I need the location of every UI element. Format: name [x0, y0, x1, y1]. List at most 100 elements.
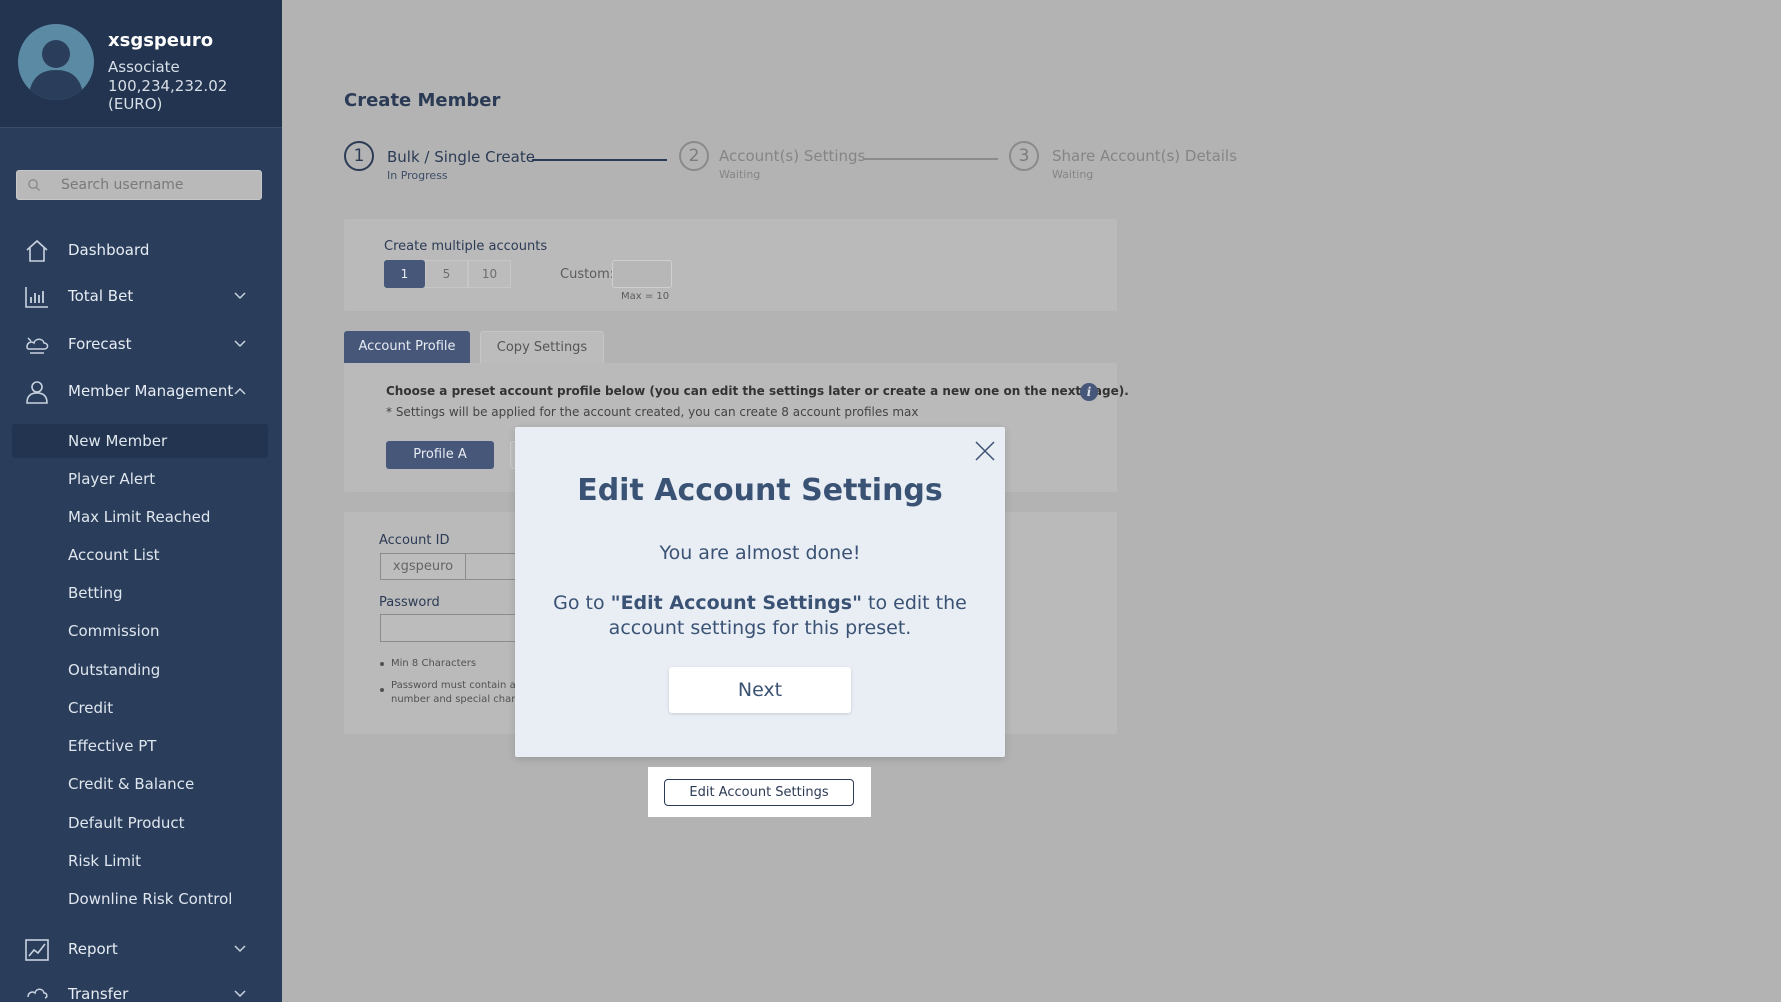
user-profile: xsgspeuro Associate 100,234,232.02 (EURO…: [0, 0, 282, 128]
step-2-title: Account(s) Settings: [719, 147, 866, 165]
sidebar-item-risk-limit[interactable]: Risk Limit: [12, 844, 268, 878]
password-hint-complexity-1: Password must contain a co: [391, 680, 531, 691]
nav-forecast[interactable]: Forecast: [0, 325, 282, 365]
step-connector: [532, 159, 667, 161]
modal-instruction: Go to "Edit Account Settings" to edit th…: [515, 592, 1005, 614]
modal-title: Edit Account Settings: [577, 473, 943, 508]
search-box: [16, 170, 262, 200]
sidebar-item-credit-balance[interactable]: Credit & Balance: [12, 767, 268, 801]
sidebar-item-default-product[interactable]: Default Product: [12, 806, 268, 840]
step-3-status: Waiting: [1052, 168, 1094, 181]
nav-transfer[interactable]: Transfer: [0, 975, 282, 1002]
nav-label: Dashboard: [68, 241, 150, 259]
person-icon: [26, 381, 48, 404]
chevron-down-icon: [234, 340, 246, 348]
avatar[interactable]: [18, 24, 94, 100]
sidebar-item-outstanding[interactable]: Outstanding: [12, 653, 268, 687]
sidebar-item-label: Credit & Balance: [68, 775, 195, 793]
search-input[interactable]: [61, 171, 257, 199]
nav-label: Forecast: [68, 335, 132, 353]
password-hint-length: Min 8 Characters: [391, 658, 477, 669]
nav-label: Transfer: [68, 985, 129, 1002]
sidebar-item-label: Downline Risk Control: [68, 890, 233, 908]
search-icon: [28, 179, 40, 191]
nav-total-bet[interactable]: Total Bet: [0, 277, 282, 317]
tab-account-profile[interactable]: Account Profile: [344, 331, 470, 363]
account-id-label: Account ID: [379, 533, 450, 548]
page-title: Create Member: [344, 90, 501, 111]
account-id-input[interactable]: [466, 553, 516, 580]
step-3-number: 3: [1009, 141, 1039, 171]
user-silhouette-icon: [28, 40, 84, 100]
sidebar-item-max-limit-reached[interactable]: Max Limit Reached: [12, 500, 268, 534]
close-icon[interactable]: [973, 439, 997, 463]
sidebar-item-label: Default Product: [68, 814, 185, 832]
transfer-icon: [27, 988, 48, 999]
password-hint-complexity-2: number and special charact: [391, 694, 531, 705]
nav-report[interactable]: Report: [0, 930, 282, 970]
bulk-option-5[interactable]: 5: [425, 260, 468, 288]
sidebar: xsgspeuro Associate 100,234,232.02 (EURO…: [0, 0, 282, 1002]
chevron-down-icon: [234, 945, 246, 953]
sidebar-item-label: Player Alert: [68, 470, 156, 488]
bullet: [380, 662, 384, 666]
sidebar-item-downline-risk-control[interactable]: Downline Risk Control: [12, 882, 268, 916]
sidebar-item-label: Risk Limit: [68, 852, 142, 870]
custom-count-input[interactable]: [612, 260, 672, 288]
step-connector: [863, 158, 998, 160]
bulk-option-10[interactable]: 10: [468, 260, 511, 288]
nav-label: Member Management: [68, 382, 234, 400]
nav-dashboard[interactable]: Dashboard: [0, 231, 282, 271]
bulk-option-1[interactable]: 1: [384, 260, 425, 288]
user-balance: 100,234,232.02 (EURO): [108, 77, 228, 113]
chevron-down-icon: [234, 292, 246, 300]
edit-account-settings-button[interactable]: Edit Account Settings: [664, 779, 854, 806]
instruction-prefix: Go to: [553, 592, 611, 614]
instruction-suffix: to edit the: [861, 592, 967, 614]
tab-copy-settings[interactable]: Copy Settings: [480, 331, 604, 363]
user-role: Associate: [108, 58, 180, 76]
step-1-number: 1: [344, 141, 374, 171]
sidebar-item-label: Effective PT: [68, 737, 157, 755]
sidebar-item-effective-pt[interactable]: Effective PT: [12, 729, 268, 763]
report-icon: [25, 939, 49, 961]
edit-settings-modal: Edit Account Settings You are almost don…: [515, 427, 1005, 757]
sidebar-item-commission[interactable]: Commission: [12, 614, 268, 648]
chevron-down-icon: [234, 990, 246, 998]
profile-a-button[interactable]: Profile A: [386, 441, 494, 469]
profile-description: Choose a preset account profile below (y…: [386, 384, 1129, 398]
sidebar-item-label: New Member: [68, 432, 168, 450]
sidebar-item-betting[interactable]: Betting: [12, 576, 268, 610]
sidebar-item-label: Betting: [68, 584, 123, 602]
nav-member-management[interactable]: Member Management: [0, 372, 282, 412]
account-id-prefix: xgspeuro: [380, 553, 466, 580]
step-1-title: Bulk / Single Create: [387, 148, 535, 166]
sidebar-item-new-member[interactable]: New Member: [12, 424, 268, 458]
modal-message: You are almost done!: [659, 542, 861, 564]
step-1-status: In Progress: [387, 169, 448, 182]
sidebar-item-player-alert[interactable]: Player Alert: [12, 462, 268, 496]
forecast-icon: [26, 337, 49, 354]
nav-label: Total Bet: [68, 287, 134, 305]
sidebar-item-credit[interactable]: Credit: [12, 691, 268, 725]
home-icon: [26, 239, 48, 262]
next-button[interactable]: Next: [669, 667, 851, 713]
nav-label: Report: [68, 940, 118, 958]
username: xsgspeuro: [108, 30, 214, 51]
bulk-create-label: Create multiple accounts: [384, 239, 548, 254]
chevron-up-icon: [234, 387, 246, 395]
profile-note: * Settings will be applied for the accou…: [386, 405, 919, 419]
password-input[interactable]: [380, 614, 516, 642]
info-icon[interactable]: i: [1080, 383, 1098, 401]
sidebar-item-account-list[interactable]: Account List: [12, 538, 268, 572]
max-hint: Max = 10: [621, 291, 670, 302]
custom-label: Custom:: [560, 267, 615, 282]
sidebar-item-label: Max Limit Reached: [68, 508, 211, 526]
step-2-status: Waiting: [719, 168, 761, 181]
password-label: Password: [379, 595, 440, 610]
modal-instruction-line2: account settings for this preset.: [608, 617, 912, 639]
sidebar-item-label: Account List: [68, 546, 160, 564]
sidebar-item-label: Outstanding: [68, 661, 161, 679]
bullet: [380, 688, 384, 692]
sidebar-item-label: Credit: [68, 699, 114, 717]
